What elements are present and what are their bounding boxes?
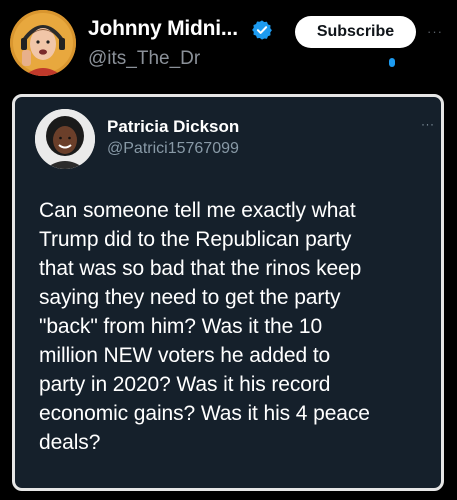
more-options-icon[interactable]: ··· <box>427 24 451 39</box>
verified-badge-icon <box>252 20 272 40</box>
quoted-author-handle[interactable]: @Patrici15767099 <box>107 140 239 158</box>
author-display-name[interactable]: Johnny Midni... <box>88 17 238 41</box>
quoted-author-name[interactable]: Patricia Dickson <box>107 117 239 137</box>
tweet-header: Johnny Midni... @its_The_Dr Subscribe ··… <box>0 0 457 90</box>
quoted-tweet-card[interactable]: Patricia Dickson @Patrici15767099 ··· Ca… <box>12 94 444 491</box>
author-avatar-image <box>10 10 76 76</box>
author-handle[interactable]: @its_The_Dr <box>88 48 200 70</box>
quoted-author-avatar-image <box>35 109 95 169</box>
subscribe-button[interactable]: Subscribe <box>295 16 416 48</box>
quoted-author-avatar[interactable] <box>35 109 95 169</box>
author-avatar[interactable] <box>10 10 76 76</box>
new-indicator-dot <box>389 58 395 67</box>
quoted-more-options-icon[interactable]: ··· <box>421 117 435 131</box>
quoted-tweet-text: Can someone tell me exactly what Trump d… <box>39 199 370 454</box>
tweet-screenshot: Johnny Midni... @its_The_Dr Subscribe ··… <box>0 0 457 500</box>
